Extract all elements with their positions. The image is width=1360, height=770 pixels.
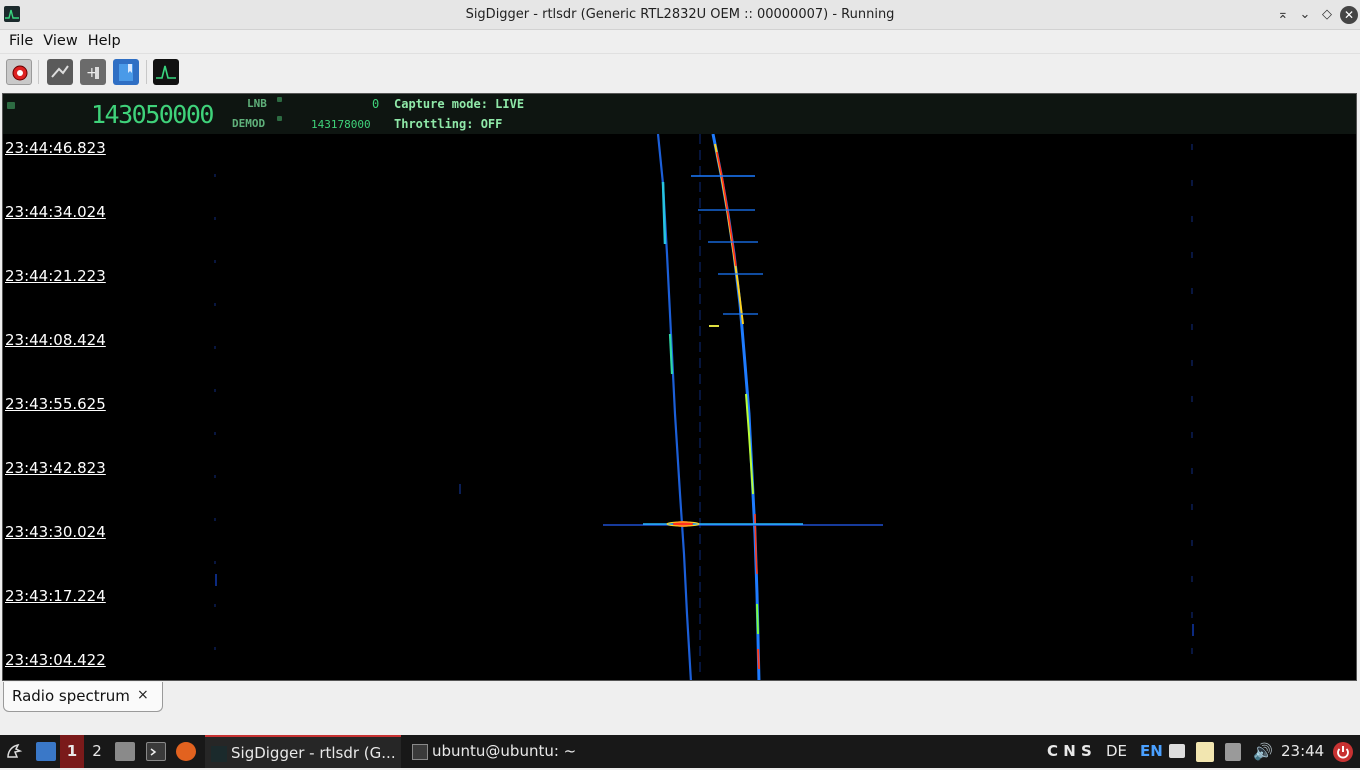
- spectrum-button[interactable]: [153, 59, 179, 85]
- timestamp-label: 23:43:04.422: [5, 651, 106, 669]
- timestamp-label: 23:44:34.024: [5, 203, 106, 221]
- task-sigdigger-label: SigDigger - rtlsdr (G...: [231, 744, 396, 762]
- lnb-value[interactable]: 0: [372, 97, 379, 111]
- window-title: SigDigger - rtlsdr (Generic RTL2832U OEM…: [465, 7, 895, 22]
- maximize-icon[interactable]: ◇: [1318, 6, 1336, 24]
- workspace-1[interactable]: 1: [60, 735, 84, 768]
- timestamp-label: 23:43:30.024: [5, 523, 106, 541]
- close-window-button[interactable]: ✕: [1340, 6, 1358, 24]
- sigdigger-icon: [211, 745, 227, 762]
- waterfall-plot: [3, 133, 1356, 680]
- desktop-icon[interactable]: [36, 742, 56, 761]
- layout-en[interactable]: EN: [1140, 735, 1163, 768]
- demod-value[interactable]: 143178000: [311, 118, 371, 131]
- keyboard-icon[interactable]: [1169, 744, 1185, 758]
- throttling-status: Throttling: OFF: [394, 117, 503, 131]
- timestamp-label: 23:44:08.424: [5, 331, 106, 349]
- taskbar: 1 2 SigDigger - rtlsdr (G... ubuntu@ubun…: [0, 735, 1360, 768]
- toolbar-separator: [146, 60, 147, 84]
- tab-close-icon[interactable]: ×: [137, 687, 149, 703]
- volume-icon[interactable]: 🔊: [1253, 735, 1273, 768]
- tray-cns[interactable]: C N S: [1047, 735, 1092, 768]
- timestamp-label: 23:43:17.224: [5, 587, 106, 605]
- toolbar: +: [0, 53, 1360, 91]
- terminal-icon: [412, 743, 428, 760]
- task-sigdigger[interactable]: SigDigger - rtlsdr (G...: [205, 735, 401, 768]
- tab-radio-spectrum[interactable]: Radio spectrum ×: [3, 682, 163, 712]
- frequency-header: 143050000 LNB 0 DEMOD 143178000 Capture …: [3, 94, 1356, 134]
- terminal-icon[interactable]: [146, 742, 166, 761]
- demod-lock-icon[interactable]: [277, 116, 282, 121]
- minimize-icon[interactable]: ⌄: [1296, 6, 1314, 24]
- timestamp-label: 23:44:46.823: [5, 139, 106, 157]
- lnb-label: LNB: [247, 97, 267, 110]
- capture-mode-status: Capture mode: LIVE: [394, 97, 525, 111]
- timestamp-label: 23:43:42.823: [5, 459, 106, 477]
- menu-view[interactable]: View: [38, 32, 82, 51]
- timestamp-label: 23:44:21.223: [5, 267, 106, 285]
- radio-spectrum-panel: 143050000 LNB 0 DEMOD 143178000 Capture …: [2, 93, 1357, 681]
- title-bar: SigDigger - rtlsdr (Generic RTL2832U OEM…: [0, 0, 1360, 30]
- add-button[interactable]: +: [80, 59, 106, 85]
- demod-label: DEMOD: [232, 117, 266, 130]
- lock-icon[interactable]: [7, 102, 15, 109]
- workspace-2[interactable]: 2: [89, 735, 105, 768]
- settings-button[interactable]: [47, 59, 73, 85]
- tab-label: Radio spectrum: [12, 687, 130, 705]
- file-manager-icon[interactable]: [115, 742, 135, 761]
- menu-bar: File View Help: [0, 30, 1360, 52]
- menu-launcher-icon[interactable]: [4, 741, 24, 760]
- menu-file[interactable]: File: [4, 32, 38, 51]
- storage-icon[interactable]: [1225, 743, 1241, 761]
- timestamp-label: 23:43:55.625: [5, 395, 106, 413]
- power-icon[interactable]: [1333, 742, 1353, 762]
- record-stop-button[interactable]: [6, 59, 32, 85]
- firefox-icon[interactable]: [176, 742, 196, 761]
- lnb-lock-icon[interactable]: [277, 97, 282, 102]
- keep-above-icon[interactable]: ⌅: [1274, 6, 1292, 24]
- center-frequency[interactable]: 143050000: [91, 100, 214, 129]
- tab-bar: Radio spectrum ×: [0, 682, 1360, 735]
- task-terminal[interactable]: ubuntu@ubuntu: ~: [406, 735, 606, 768]
- task-terminal-label: ubuntu@ubuntu: ~: [432, 742, 577, 760]
- bookmark-button[interactable]: [113, 59, 139, 85]
- menu-help[interactable]: Help: [83, 32, 126, 51]
- layout-de[interactable]: DE: [1106, 735, 1127, 768]
- clock[interactable]: 23:44: [1281, 735, 1324, 768]
- toolbar-separator: [38, 60, 39, 84]
- waterfall-display[interactable]: 23:44:46.823 23:44:34.024 23:44:21.223 2…: [3, 133, 1356, 680]
- clipboard-icon[interactable]: [1196, 742, 1214, 762]
